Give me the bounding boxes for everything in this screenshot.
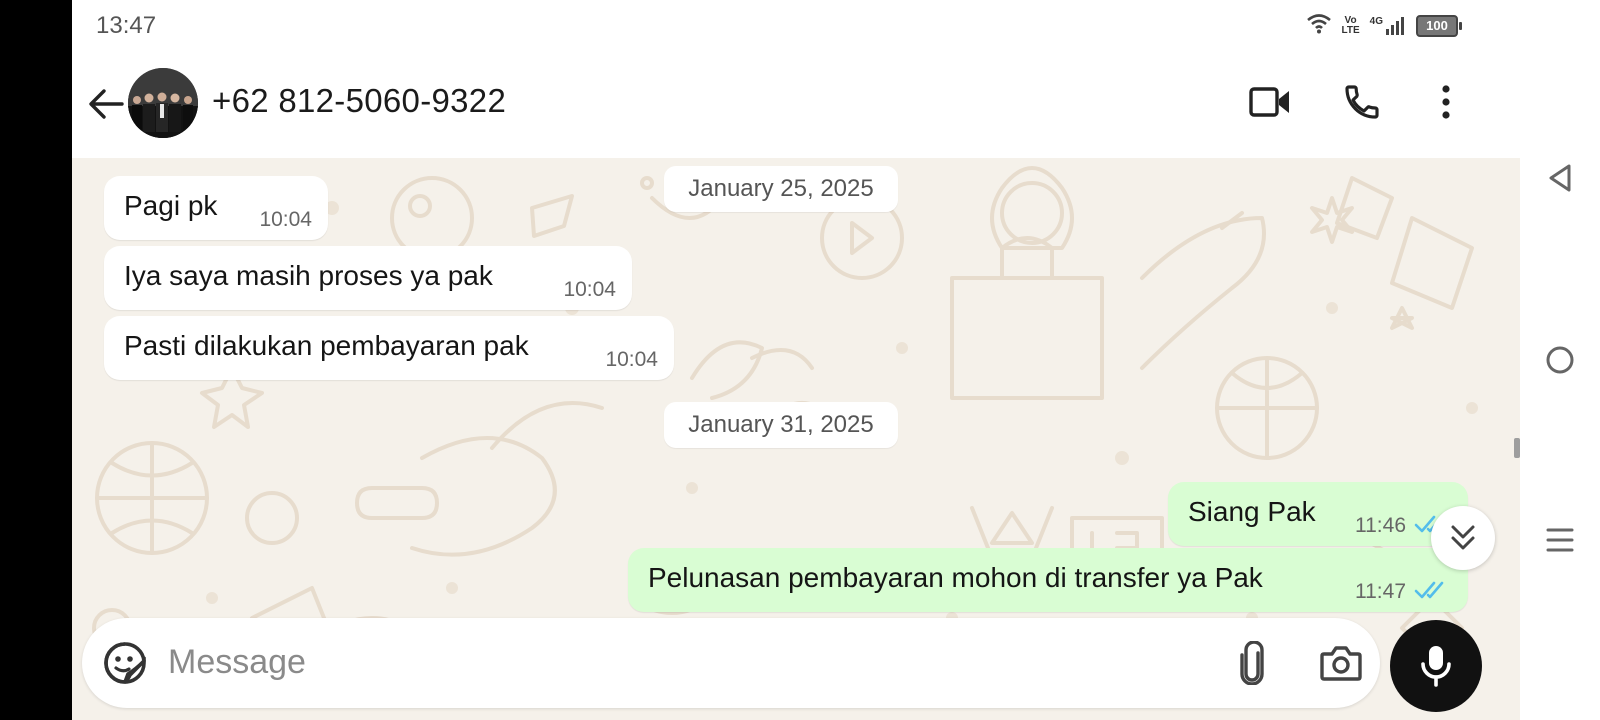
- volte-indicator: Vo LTE: [1341, 14, 1360, 36]
- wifi-icon: [1306, 12, 1332, 39]
- message-bubble-outgoing[interactable]: Pelunasan pembayaran mohon di transfer y…: [628, 548, 1468, 612]
- nav-back-button[interactable]: [1538, 156, 1582, 200]
- voice-call-button[interactable]: [1338, 78, 1386, 126]
- microphone-icon: [1421, 646, 1451, 687]
- status-time: 13:47: [96, 12, 157, 39]
- back-arrow-icon: [89, 89, 124, 119]
- voice-message-button[interactable]: [1390, 620, 1482, 712]
- scroll-to-bottom-button[interactable]: [1431, 506, 1495, 570]
- double-chevron-down-icon: [1451, 525, 1475, 550]
- battery-indicator: 100: [1416, 14, 1462, 37]
- message-bubble-incoming[interactable]: Pasti dilakukan pembayaran pak 10:04: [104, 316, 674, 380]
- more-options-button[interactable]: [1422, 78, 1470, 126]
- cell-signal: 4G: [1369, 15, 1406, 35]
- volte-top: Vo: [1344, 14, 1357, 26]
- chat-screen: 13:47 Vo LTE 4G 100 +62 812-5060-9322 Ja…: [72, 0, 1520, 720]
- read-double-check-icon: [1414, 581, 1444, 599]
- volte-bottom: LTE: [1341, 24, 1360, 36]
- back-button[interactable]: [84, 82, 128, 126]
- message-text: Siang Pak: [1188, 496, 1316, 527]
- contact-avatar[interactable]: [128, 68, 198, 138]
- status-icons: Vo LTE 4G 100: [1306, 12, 1462, 39]
- signal-bars-icon: [1386, 16, 1404, 35]
- date-divider: January 25, 2025: [664, 166, 898, 212]
- nav-home-button[interactable]: [1538, 338, 1582, 382]
- emoji-sticker-icon: [104, 642, 146, 684]
- video-call-button[interactable]: [1246, 78, 1294, 126]
- message-time: 10:04: [605, 348, 658, 371]
- system-nav-bar: [1520, 0, 1600, 720]
- date-divider: January 31, 2025: [664, 402, 898, 448]
- phone-icon: [1345, 85, 1379, 119]
- message-time: 10:04: [259, 208, 312, 231]
- contact-name[interactable]: +62 812-5060-9322: [212, 82, 506, 120]
- nav-back-icon: [1549, 164, 1571, 192]
- more-options-icon: [1442, 85, 1450, 119]
- paperclip-icon: [1240, 641, 1264, 685]
- message-input[interactable]: [168, 634, 1208, 690]
- camera-icon: [1320, 646, 1362, 681]
- message-text: Pelunasan pembayaran mohon di transfer y…: [648, 562, 1263, 593]
- message-text: Pasti dilakukan pembayaran pak: [124, 330, 529, 361]
- message-time: 11:47: [1355, 580, 1406, 603]
- attach-button[interactable]: [1228, 638, 1278, 688]
- message-bubble-incoming[interactable]: Pagi pk 10:04: [104, 176, 328, 240]
- message-composer: [82, 618, 1380, 708]
- nav-menu-icon: [1546, 528, 1574, 552]
- message-time: 10:04: [563, 278, 616, 301]
- nav-recents-button[interactable]: [1538, 518, 1582, 562]
- network-type: 4G: [1369, 15, 1383, 27]
- video-call-icon: [1249, 87, 1289, 117]
- emoji-button[interactable]: [100, 638, 150, 688]
- message-bubble-incoming[interactable]: Iya saya masih proses ya pak 10:04: [104, 246, 632, 310]
- message-time: 11:46: [1355, 514, 1406, 537]
- camera-button[interactable]: [1314, 638, 1368, 688]
- nav-home-icon: [1546, 346, 1574, 374]
- message-bubble-outgoing[interactable]: Siang Pak 11:46: [1168, 482, 1468, 546]
- message-text: Iya saya masih proses ya pak: [124, 260, 493, 291]
- message-text: Pagi pk: [124, 190, 218, 221]
